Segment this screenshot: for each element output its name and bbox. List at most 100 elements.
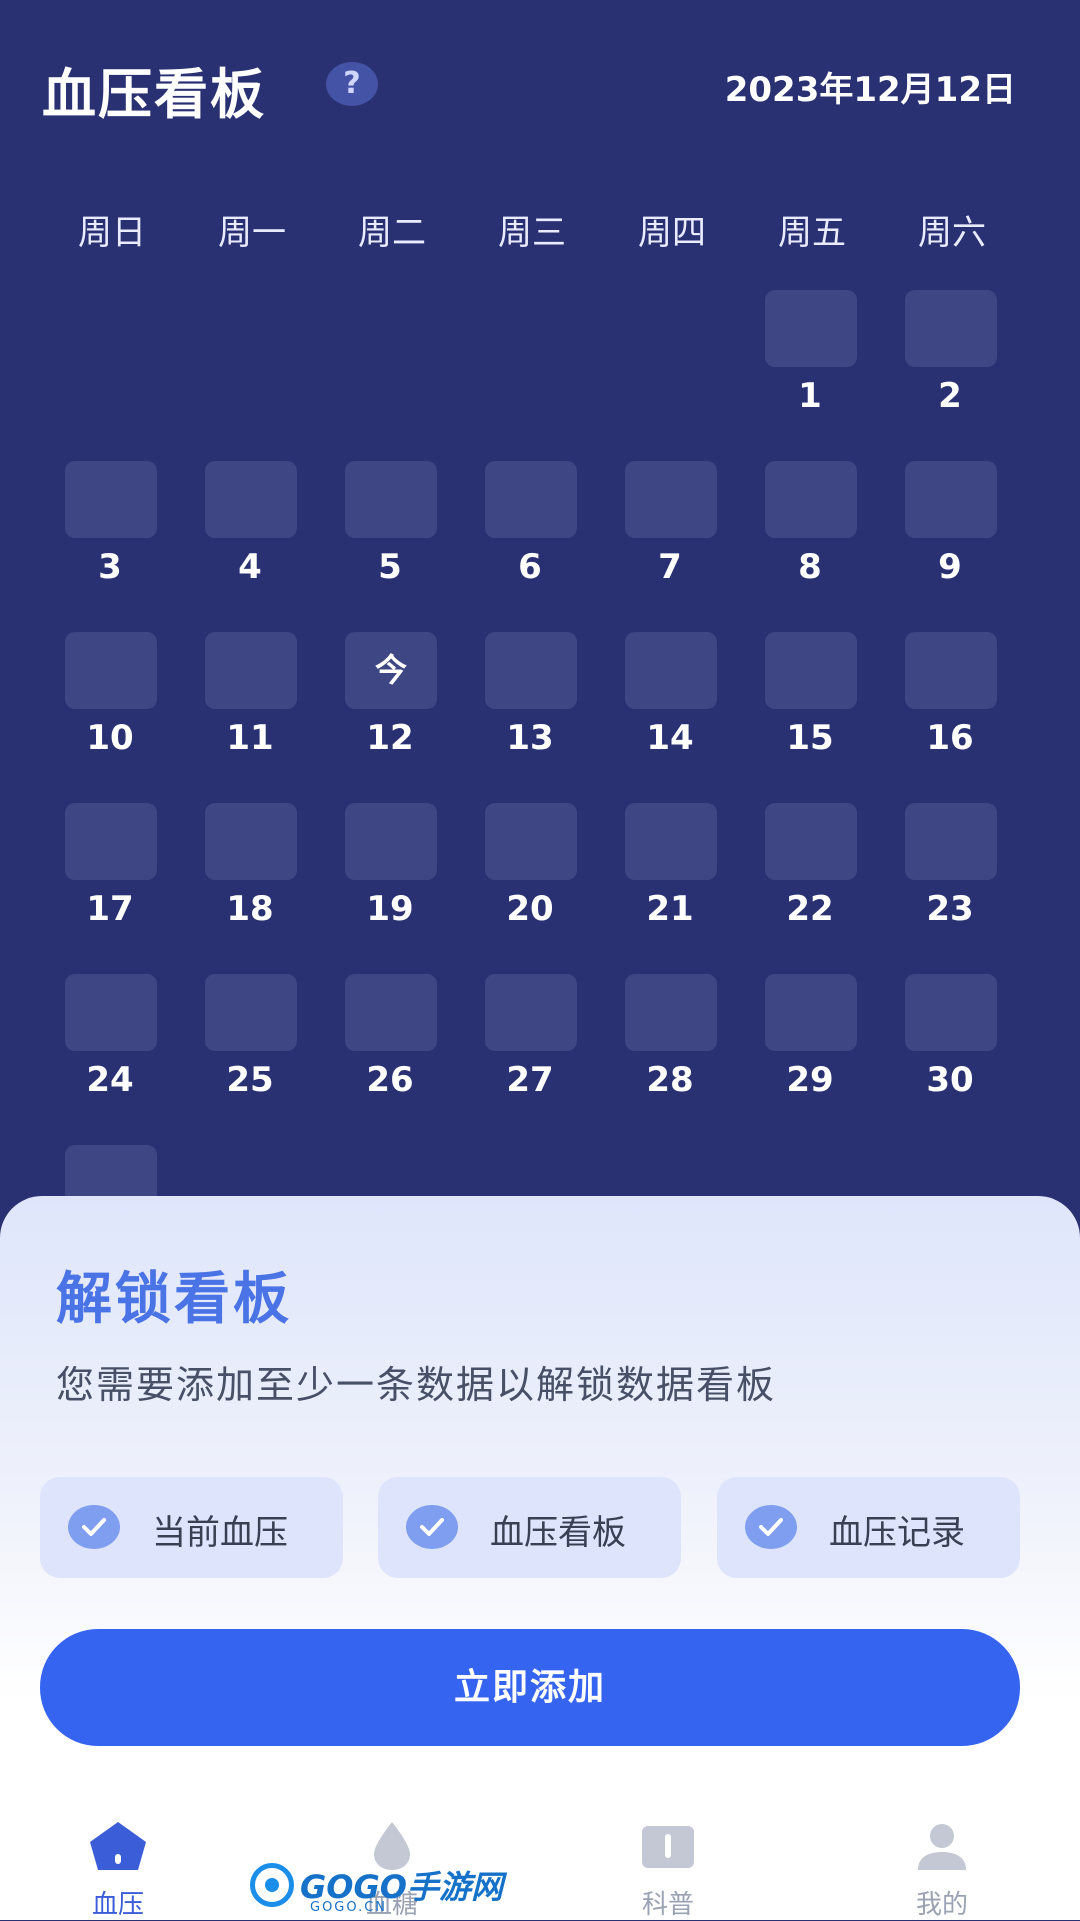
calendar-day[interactable]: 15 xyxy=(740,632,880,777)
tab-mine[interactable]: 我的 xyxy=(862,1806,1022,1920)
day-number: 2 xyxy=(938,376,962,416)
day-number: 15 xyxy=(786,718,834,758)
calendar-day[interactable]: 24 xyxy=(40,974,180,1119)
day-number: 20 xyxy=(506,889,554,929)
day-data-box xyxy=(625,461,717,538)
day-data-box xyxy=(485,974,577,1051)
day-data-box xyxy=(625,974,717,1051)
day-data-box xyxy=(485,632,577,709)
check-icon xyxy=(745,1505,797,1549)
calendar-day[interactable]: 11 xyxy=(180,632,320,777)
calendar-day[interactable]: 今 12 xyxy=(320,632,460,777)
calendar-day[interactable]: 17 xyxy=(40,803,180,948)
tab-blood-pressure[interactable]: 血压 xyxy=(38,1806,198,1920)
day-number: 28 xyxy=(646,1060,694,1100)
calendar-day[interactable]: 4 xyxy=(180,461,320,606)
calendar-day[interactable]: 29 xyxy=(740,974,880,1119)
calendar-day[interactable]: 13 xyxy=(460,632,600,777)
day-data-box xyxy=(905,290,997,367)
feature-label: 血压记录 xyxy=(829,1513,965,1553)
day-number: 12 xyxy=(366,718,414,758)
day-number: 19 xyxy=(366,889,414,929)
unlock-title: 解锁看板 xyxy=(56,1267,292,1332)
feature-label: 当前血压 xyxy=(152,1513,288,1553)
day-number: 14 xyxy=(646,718,694,758)
check-icon xyxy=(68,1505,120,1549)
day-number: 5 xyxy=(378,547,402,587)
day-number: 7 xyxy=(658,547,682,587)
calendar-day[interactable]: 19 xyxy=(320,803,460,948)
day-data-box xyxy=(905,461,997,538)
day-data-box xyxy=(905,632,997,709)
calendar-day[interactable]: 5 xyxy=(320,461,460,606)
feature-chip: 血压记录 xyxy=(717,1477,1020,1578)
day-number: 21 xyxy=(646,889,694,929)
calendar-day[interactable]: 21 xyxy=(600,803,740,948)
calendar-day[interactable]: 27 xyxy=(460,974,600,1119)
user-icon xyxy=(912,1820,972,1872)
day-number: 29 xyxy=(786,1060,834,1100)
calendar-day[interactable]: 9 xyxy=(880,461,1020,606)
day-number: 9 xyxy=(938,547,962,587)
calendar-day[interactable]: 8 xyxy=(740,461,880,606)
watermark-subtext: GOGO.CN xyxy=(310,1900,388,1915)
feature-chip: 当前血压 xyxy=(40,1477,343,1578)
add-now-button[interactable]: 立即添加 xyxy=(40,1629,1020,1746)
day-number: 18 xyxy=(226,889,274,929)
day-number: 27 xyxy=(506,1060,554,1100)
calendar-day[interactable]: 28 xyxy=(600,974,740,1119)
day-number: 10 xyxy=(86,718,134,758)
day-data-box xyxy=(205,461,297,538)
calendar-day[interactable]: 6 xyxy=(460,461,600,606)
feature-chip: 血压看板 xyxy=(378,1477,681,1578)
day-data-box xyxy=(345,461,437,538)
calendar-day[interactable]: 20 xyxy=(460,803,600,948)
today-marker: 今 xyxy=(374,651,407,689)
book-icon xyxy=(638,1820,698,1872)
calendar-day[interactable]: 26 xyxy=(320,974,460,1119)
day-number: 3 xyxy=(98,547,122,587)
day-data-box xyxy=(905,974,997,1051)
calendar-day[interactable]: 3 xyxy=(40,461,180,606)
calendar-grid: 1 2 3 4 5 6 7 8 9 10 11 今 12 13 14 15 16 17 18 19 20 21 22 23 24… xyxy=(0,0,1080,1271)
day-data-box xyxy=(765,632,857,709)
calendar-day[interactable]: 18 xyxy=(180,803,320,948)
day-data-box xyxy=(765,803,857,880)
day-number: 25 xyxy=(226,1060,274,1100)
calendar-day[interactable]: 7 xyxy=(600,461,740,606)
calendar-day[interactable]: 22 xyxy=(740,803,880,948)
day-number: 16 xyxy=(926,718,974,758)
day-number: 24 xyxy=(86,1060,134,1100)
tab-science[interactable]: 科普 xyxy=(588,1806,748,1920)
calendar-day[interactable]: 23 xyxy=(880,803,1020,948)
feature-label: 血压看板 xyxy=(490,1513,626,1553)
day-data-box xyxy=(485,803,577,880)
day-number: 26 xyxy=(366,1060,414,1100)
day-data-box xyxy=(205,803,297,880)
check-icon xyxy=(406,1505,458,1549)
day-number: 6 xyxy=(518,547,542,587)
day-data-box xyxy=(485,461,577,538)
day-data-box xyxy=(65,974,157,1051)
calendar-day[interactable]: 30 xyxy=(880,974,1020,1119)
tab-label: 我的 xyxy=(915,1890,968,1920)
calendar-day[interactable]: 14 xyxy=(600,632,740,777)
tab-label: 科普 xyxy=(641,1890,694,1920)
day-data-box xyxy=(765,290,857,367)
home-icon xyxy=(88,1820,148,1872)
calendar-day[interactable]: 16 xyxy=(880,632,1020,777)
unlock-description: 您需要添加至少一条数据以解锁数据看板 xyxy=(56,1363,777,1407)
calendar-day[interactable]: 10 xyxy=(40,632,180,777)
calendar-day[interactable]: 25 xyxy=(180,974,320,1119)
day-data-box xyxy=(625,803,717,880)
day-data-box xyxy=(345,974,437,1051)
day-number: 23 xyxy=(926,889,974,929)
day-data-box xyxy=(205,632,297,709)
day-number: 22 xyxy=(786,889,834,929)
calendar-day[interactable]: 2 xyxy=(880,290,1020,435)
calendar-day[interactable]: 1 xyxy=(740,290,880,435)
day-data-box xyxy=(765,461,857,538)
day-data-box xyxy=(905,803,997,880)
day-number: 8 xyxy=(798,547,822,587)
day-number: 1 xyxy=(798,376,822,416)
